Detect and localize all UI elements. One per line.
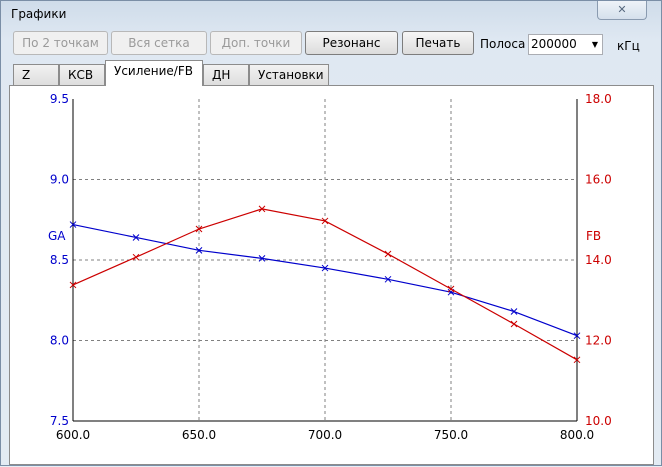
data-point-fb <box>132 253 140 261</box>
graphs-window: Графики ✕ По 2 точкам Вся сетка Доп. точ… <box>0 0 662 466</box>
y-left-tick-label: 9.5 <box>50 92 69 106</box>
y-left-tick-label: 8.0 <box>50 334 69 348</box>
x-tick-label: 800.0 <box>560 428 594 442</box>
y-left-tick-label: 7.5 <box>50 414 69 428</box>
x-tick-label: 750.0 <box>434 428 468 442</box>
data-point-ga <box>510 308 518 315</box>
y-right-tick-label: 10.0 <box>585 414 612 428</box>
y-right-tick-label: 18.0 <box>585 92 612 106</box>
x-tick-label: 650.0 <box>182 428 216 442</box>
data-point-fb <box>510 320 518 328</box>
y-left-axis-title: GA <box>48 229 66 243</box>
tab-gain-fb[interactable]: Усиление/FB <box>105 60 203 86</box>
x-tick-label: 700.0 <box>308 428 342 442</box>
data-point-fb <box>384 250 392 258</box>
y-left-tick-label: 8.5 <box>50 253 69 267</box>
y-right-tick-label: 12.0 <box>585 334 612 348</box>
y-right-tick-label: 16.0 <box>585 173 612 187</box>
y-right-axis-title: FB <box>586 229 601 243</box>
y-left-tick-label: 9.0 <box>50 173 69 187</box>
y-right-tick-label: 14.0 <box>585 253 612 267</box>
x-tick-label: 600.0 <box>56 428 90 442</box>
gain-fb-chart: 7.5 8.0 8.5 9.0 9.5 10.0 12.0 14.0 16.0 18.0 600.0… <box>48 92 612 442</box>
